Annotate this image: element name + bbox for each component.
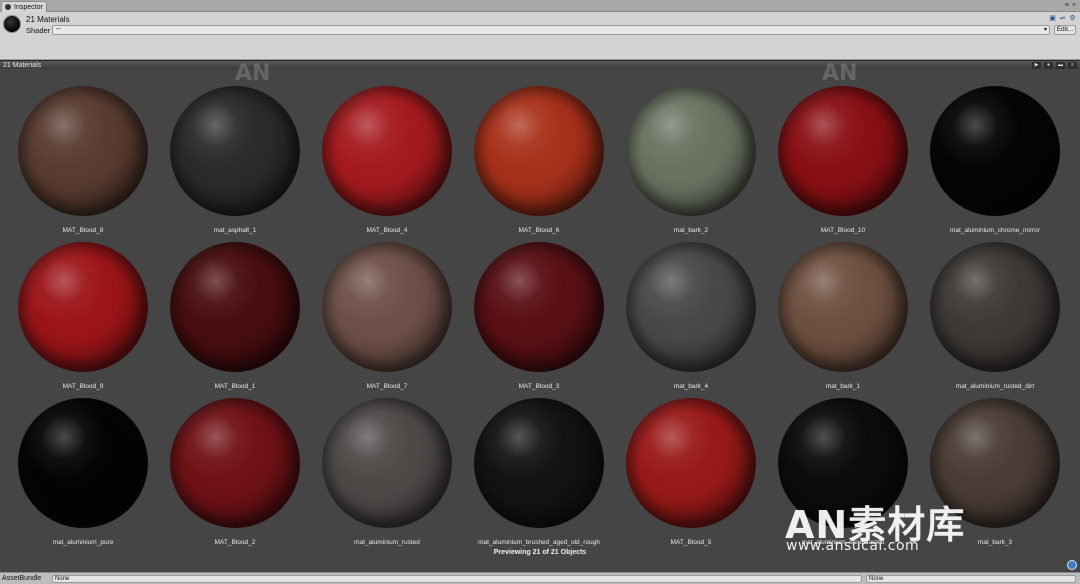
material-preview-sphere — [322, 242, 452, 372]
watermark-small-2: AN — [822, 61, 858, 86]
material-preview-sphere — [170, 86, 300, 216]
material-preview-sphere — [322, 398, 452, 528]
assetbundle-name-dropdown[interactable]: None — [52, 575, 862, 583]
assetbundle-label: AssetBundle — [2, 575, 42, 582]
material-item[interactable]: mat_aluminium_brushed_aged_old_rough — [463, 381, 615, 546]
material-item[interactable]: mat_bark_4 — [615, 225, 767, 390]
sphere-icon[interactable]: ● — [1044, 62, 1053, 69]
material-preview-sphere — [930, 242, 1060, 372]
material-preview-sphere — [626, 398, 756, 528]
assetbundle-bar: AssetBundle None None — [0, 572, 1080, 584]
tab-inspector[interactable]: Inspector — [1, 1, 47, 12]
globe-icon[interactable] — [1067, 560, 1077, 570]
watermark-url: www.ansucai.com — [786, 538, 920, 554]
material-name: mat_aluminium_pure — [52, 539, 114, 546]
dropdown-arrow-icon: ▾ — [1043, 27, 1047, 33]
header-icons: ▣ ⇌ ⚙ — [1049, 15, 1076, 22]
material-item[interactable]: mat_bark_2 — [615, 69, 767, 234]
shader-value: -- — [56, 26, 61, 33]
material-item[interactable]: mat_bark_1 — [767, 225, 919, 390]
info-icon — [5, 4, 11, 10]
material-preview-sphere — [778, 242, 908, 372]
material-name: MAT_Blood_2 — [214, 539, 256, 546]
material-item[interactable]: MAT_Blood_6 — [463, 69, 615, 234]
close-icon[interactable]: × — [1072, 2, 1076, 9]
material-item[interactable]: MAT_Blood_5 — [615, 381, 767, 546]
material-preview-sphere — [626, 242, 756, 372]
book-icon[interactable]: ▣ — [1049, 15, 1056, 22]
material-preview-sphere — [474, 242, 604, 372]
preview-buttons: ▶ ● ▬ ≡ — [1032, 62, 1077, 69]
tab-inspector-label: Inspector — [14, 3, 43, 11]
material-item[interactable]: MAT_Blood_10 — [767, 69, 919, 234]
material-name: mat_aluminium_brushed_aged_old_rough — [478, 539, 600, 546]
material-preview-sphere — [474, 398, 604, 528]
material-item[interactable]: MAT_Blood_2 — [159, 381, 311, 546]
tab-strip: Inspector ≡ × — [0, 0, 1080, 12]
menu-icon[interactable]: ≡ — [1065, 2, 1069, 9]
material-preview-sphere — [930, 86, 1060, 216]
window-controls: ≡ × — [1065, 2, 1076, 9]
material-item[interactable]: MAT_Blood_4 — [311, 69, 463, 234]
material-preview-sphere — [18, 242, 148, 372]
inspector-header: 21 Materials Shader -- ▾ Edit... ▣ ⇌ ⚙ — [0, 12, 1080, 60]
material-thumbnail — [3, 15, 21, 33]
gear-icon[interactable]: ⚙ — [1069, 15, 1076, 22]
material-item[interactable]: MAT_Blood_9 — [7, 225, 159, 390]
material-name: MAT_Blood_5 — [670, 539, 712, 546]
assetbundle-variant-dropdown[interactable]: None — [866, 575, 1076, 583]
shader-label: Shader — [26, 26, 51, 35]
material-item[interactable]: MAT_Blood_8 — [7, 69, 159, 234]
options-icon[interactable]: ≡ — [1068, 62, 1077, 69]
material-preview-sphere — [170, 242, 300, 372]
material-item[interactable]: mat_aluminium_pure — [7, 381, 159, 546]
material-item[interactable]: mat_aluminium_rusted_dirt — [919, 225, 1071, 390]
material-preview-area: MAT_Blood_8 mat_asphalt_1 MAT_Blood_4 MAT_B… — [0, 61, 1080, 572]
material-item[interactable]: mat_aluminium_rusted — [311, 381, 463, 546]
material-item[interactable]: MAT_Blood_7 — [311, 225, 463, 390]
edit-shader-button[interactable]: Edit... — [1054, 25, 1076, 35]
material-item[interactable]: mat_asphalt_1 — [159, 69, 311, 234]
light-icon[interactable]: ▬ — [1056, 62, 1065, 69]
material-item[interactable]: mat_aluminium_chrome_mirror — [919, 69, 1071, 234]
material-name: mat_aluminium_rusted — [354, 539, 420, 546]
preview-toolbar: 21 Materials ▶ ● ▬ ≡ — [0, 60, 1080, 69]
material-preview-sphere — [170, 398, 300, 528]
material-preview-sphere — [626, 86, 756, 216]
material-preview-sphere — [778, 86, 908, 216]
material-grid: MAT_Blood_8 mat_asphalt_1 MAT_Blood_4 MAT_B… — [0, 69, 1080, 559]
inspector-title: 21 Materials — [26, 15, 70, 24]
material-preview-sphere — [18, 398, 148, 528]
watermark-small-1: AN — [235, 61, 271, 86]
material-item[interactable]: MAT_Blood_3 — [463, 225, 615, 390]
material-preview-sphere — [322, 86, 452, 216]
settings-icon[interactable]: ⇌ — [1059, 15, 1066, 22]
material-preview-sphere — [18, 86, 148, 216]
material-preview-sphere — [474, 86, 604, 216]
play-icon[interactable]: ▶ — [1032, 62, 1041, 69]
material-item[interactable]: MAT_Blood_1 — [159, 225, 311, 390]
shader-dropdown[interactable]: -- ▾ — [52, 25, 1050, 35]
